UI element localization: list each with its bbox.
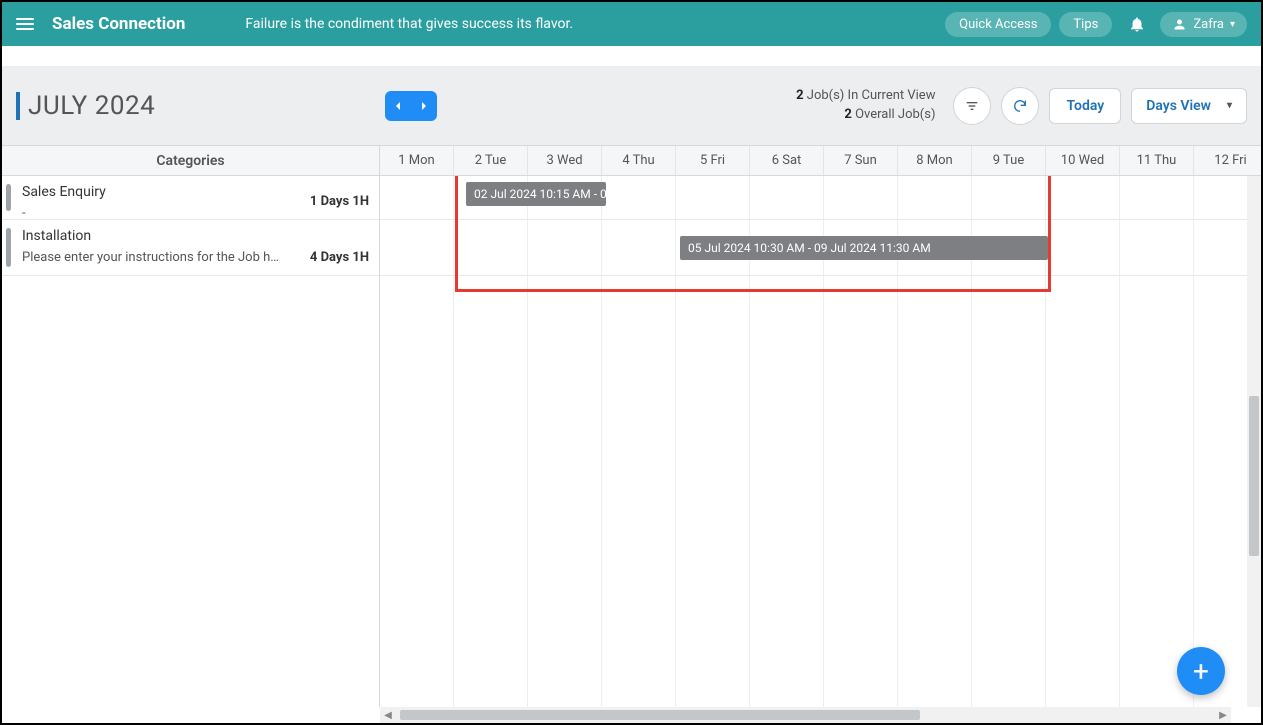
schedule-grid: Categories 1 Mon 2 Tue 3 Wed 4 Thu 5 Fri… — [2, 146, 1261, 723]
scroll-right-icon[interactable]: ▶ — [1215, 710, 1231, 721]
day-header[interactable]: 10 Wed — [1046, 146, 1120, 175]
day-col — [528, 176, 602, 707]
day-col — [1046, 176, 1120, 707]
day-header[interactable]: 3 Wed — [528, 146, 602, 175]
category-title: Installation — [22, 228, 367, 244]
day-header[interactable]: 1 Mon — [380, 146, 454, 175]
horizontal-scrollbar[interactable]: ◀ ▶ — [380, 707, 1231, 723]
user-icon — [1172, 17, 1187, 32]
view-label: Days View — [1146, 98, 1211, 114]
day-header-row: 1 Mon 2 Tue 3 Wed 4 Thu 5 Fri 6 Sat 7 Su… — [380, 146, 1261, 176]
header-quote: Failure is the condiment that gives succ… — [245, 16, 573, 32]
chevron-down-icon: ▾ — [1230, 19, 1235, 30]
job-bar[interactable]: 05 Jul 2024 10:30 AM - 09 Jul 2024 11:30… — [680, 236, 1048, 260]
category-row[interactable]: Sales Enquiry - 1 Days 1H — [2, 176, 379, 220]
topbar: Sales Connection Failure is the condimen… — [2, 2, 1261, 46]
day-header[interactable]: 12 Fri — [1194, 146, 1261, 175]
day-header[interactable]: 11 Thu — [1120, 146, 1194, 175]
scroll-left-icon[interactable]: ◀ — [380, 710, 396, 721]
day-col — [1194, 176, 1247, 707]
scroll-thumb[interactable] — [400, 710, 920, 720]
day-header[interactable]: 6 Sat — [750, 146, 824, 175]
month-title: JULY 2024 — [28, 91, 155, 121]
jobs-current-count: 2 — [796, 88, 803, 103]
menu-icon[interactable] — [16, 18, 34, 30]
jobs-overall-count: 2 — [844, 107, 851, 122]
jobs-info: 2 Job(s) In Current View 2 Overall Job(s… — [796, 87, 935, 123]
category-duration: 4 Days 1H — [310, 250, 369, 265]
month-nav — [385, 91, 437, 121]
category-duration: 1 Days 1H — [310, 194, 369, 209]
user-name: Zafra — [1193, 17, 1224, 32]
grid-body: 02 Jul 2024 10:15 AM - 03 J 05 Jul 2024 … — [380, 176, 1247, 707]
category-desc: - — [22, 206, 282, 221]
categories-header: Categories — [2, 146, 380, 176]
jobs-current-label: Job(s) In Current View — [807, 88, 936, 103]
categories-column: Sales Enquiry - 1 Days 1H Installation P… — [2, 176, 380, 707]
add-button[interactable]: + — [1177, 647, 1225, 695]
jobs-overall-label: Overall Job(s) — [855, 107, 935, 122]
day-header[interactable]: 7 Sun — [824, 146, 898, 175]
day-header[interactable]: 2 Tue — [454, 146, 528, 175]
chevron-down-icon: ▾ — [1227, 100, 1232, 111]
day-col — [380, 176, 454, 707]
filter-button[interactable] — [953, 87, 991, 125]
day-header[interactable]: 8 Mon — [898, 146, 972, 175]
tips-button[interactable]: Tips — [1059, 12, 1112, 37]
scroll-thumb[interactable] — [1249, 396, 1259, 556]
category-accent — [6, 184, 11, 211]
today-button[interactable]: Today — [1049, 88, 1121, 124]
category-accent — [6, 228, 11, 267]
category-desc: Please enter your instructions for the J… — [22, 250, 282, 265]
row-divider — [380, 219, 1247, 220]
refresh-button[interactable] — [1001, 87, 1039, 125]
plus-icon: + — [1193, 655, 1209, 688]
day-header[interactable]: 9 Tue — [972, 146, 1046, 175]
brand-title: Sales Connection — [52, 14, 185, 34]
view-dropdown[interactable]: Days View ▾ — [1131, 88, 1247, 124]
bell-icon[interactable] — [1128, 15, 1146, 33]
category-row[interactable]: Installation Please enter your instructi… — [2, 220, 379, 276]
quick-access-button[interactable]: Quick Access — [945, 12, 1051, 37]
day-col — [1120, 176, 1194, 707]
subheader: JULY 2024 2 Job(s) In Current View 2 Ove… — [2, 66, 1261, 146]
job-bar[interactable]: 02 Jul 2024 10:15 AM - 03 J — [466, 182, 606, 206]
prev-button[interactable] — [385, 91, 411, 121]
scroll-track[interactable] — [396, 709, 1215, 721]
vertical-scrollbar[interactable] — [1247, 176, 1261, 707]
row-divider — [380, 275, 1247, 276]
day-header[interactable]: 4 Thu — [602, 146, 676, 175]
user-menu[interactable]: Zafra ▾ — [1160, 12, 1247, 37]
next-button[interactable] — [411, 91, 437, 121]
day-col — [454, 176, 528, 707]
month-accent — [16, 92, 20, 120]
day-header[interactable]: 5 Fri — [676, 146, 750, 175]
white-strip — [2, 46, 1261, 66]
day-col — [602, 176, 676, 707]
